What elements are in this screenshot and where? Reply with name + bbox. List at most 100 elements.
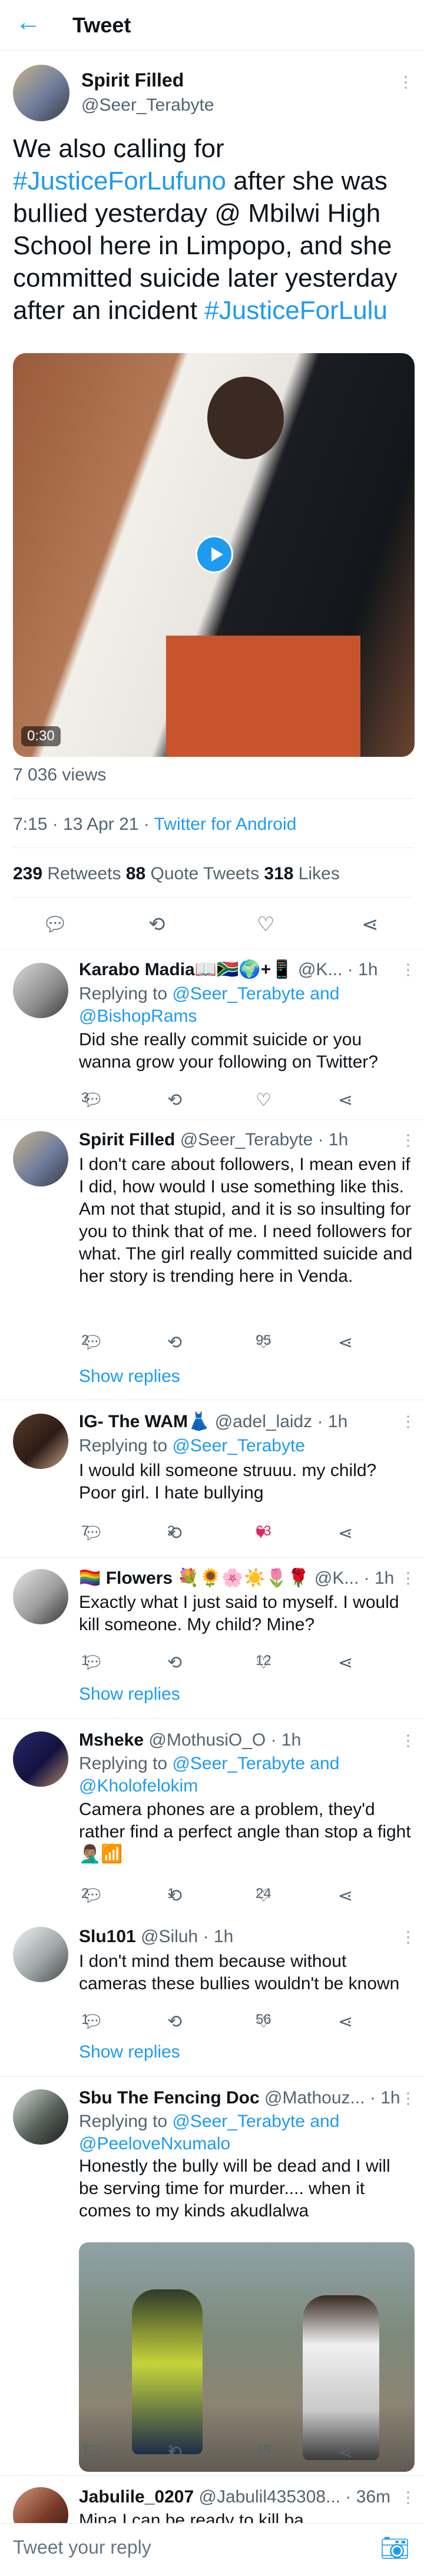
avatar[interactable] xyxy=(13,1927,68,1982)
client-link[interactable]: Twitter for Android xyxy=(154,815,297,834)
more-icon[interactable]: ⋮ xyxy=(400,1731,416,1750)
avatar[interactable] xyxy=(13,2089,68,2145)
reply-header: IG- The WAM👗 @adel_laidz · 1h xyxy=(79,1411,347,1432)
reply-count: 3 xyxy=(81,1090,90,1106)
reply-actions: 💬︎ 2 ⟲ ♡ 95 ⋖ xyxy=(81,1332,353,1352)
retweet-count: 1 xyxy=(167,1886,175,1902)
retweet-count: 2 xyxy=(167,1523,175,1539)
back-arrow-icon: ← xyxy=(15,8,41,36)
avatar[interactable] xyxy=(13,963,68,1018)
reply-actions: 💬︎ 3 ⟲ ♡ ⋖ xyxy=(81,1090,353,1110)
video-frame-figure xyxy=(207,377,284,459)
like-count: 24 xyxy=(256,1886,271,1902)
reply-header: Jabulile_0207 @Jabulil435308... · 36m xyxy=(79,2487,390,2507)
replying-to: Replying to @Seer_Terabyte and @PeeloveN… xyxy=(79,2110,409,2155)
reply-author-handle[interactable]: @Seer_Terabyte · 1h xyxy=(180,1130,349,1149)
reply-author-handle[interactable]: @Jabulil435308... · 36m xyxy=(198,2487,390,2507)
camera-icon[interactable]: 📷︎ xyxy=(380,2534,410,2562)
avatar[interactable] xyxy=(13,1569,68,1624)
reply-author-name[interactable]: Sbu The Fencing Doc xyxy=(79,2088,260,2108)
more-icon[interactable]: ⋮ xyxy=(400,2089,416,2108)
divider xyxy=(13,847,413,848)
more-icon[interactable]: ⋮ xyxy=(400,960,416,979)
reply-author-handle[interactable]: @MothusiO_O · 1h xyxy=(148,1730,301,1750)
reply-header: Slu101 @Siluh · 1h xyxy=(79,1927,233,1947)
reply-author-name[interactable]: IG- The WAM👗 xyxy=(79,1412,210,1431)
like-count: 56 xyxy=(256,2012,271,2027)
hashtag-link[interactable]: #JusticeForLulu xyxy=(204,296,387,325)
reply-author-handle[interactable]: @Mathouz... · 1h xyxy=(264,2088,400,2108)
retweet-count: 1 xyxy=(167,2442,175,2458)
reply-author-handle[interactable]: @adel_laidz · 1h xyxy=(215,1412,348,1431)
video-frame-detail xyxy=(166,636,360,757)
reply-header: Karabo Madia📖🇿🇦🌍+📱 @K... · 1h xyxy=(79,959,378,980)
more-icon[interactable]: ⋮ xyxy=(398,73,413,91)
reply-author-name[interactable]: Jabulile_0207 xyxy=(79,2487,194,2507)
retweet-count[interactable]: 239 xyxy=(13,864,42,883)
photo-figure xyxy=(132,2289,203,2454)
share-icon[interactable]: ⋖ xyxy=(362,915,379,935)
likes-label: Likes xyxy=(293,864,340,883)
reply-actions: 💬︎ 1 ⟲ ♡ 12 ⋖ xyxy=(81,1653,353,1673)
back-button[interactable]: ← xyxy=(15,9,44,38)
avatar[interactable] xyxy=(13,1414,68,1469)
attached-photo[interactable] xyxy=(79,2242,415,2472)
quote-count[interactable]: 88 xyxy=(126,864,145,883)
show-replies-link[interactable]: Show replies xyxy=(79,2042,180,2062)
author-name[interactable]: Spirit Filled xyxy=(81,69,184,91)
divider xyxy=(0,1119,424,1120)
photo-figure xyxy=(303,2295,379,2460)
divider xyxy=(0,1557,424,1558)
show-replies-link[interactable]: Show replies xyxy=(79,1684,180,1704)
reply-compose-bar: Tweet your reply 📷︎ xyxy=(0,2523,424,2576)
replying-prefix: Replying to xyxy=(79,2112,173,2131)
reply-actions: 💬︎ 2 ⟲ 1 ♡ 24 ⋖ xyxy=(81,1886,353,1906)
reply-header: Spirit Filled @Seer_Terabyte · 1h xyxy=(79,1130,348,1150)
reply-text: Honestly the bully will be dead and I wi… xyxy=(79,2156,390,2221)
timestamp-text: 7:15 · 13 Apr 21 · xyxy=(13,815,154,834)
tweet-text-part: We also calling for xyxy=(13,134,224,163)
reply-count: 2 xyxy=(81,1332,90,1348)
reply-author-name[interactable]: Karabo Madia📖🇿🇦🌍+📱 xyxy=(79,960,293,979)
more-icon[interactable]: ⋮ xyxy=(400,1131,416,1149)
author-handle[interactable]: @Seer_Terabyte xyxy=(81,95,214,115)
reply-count: 1 xyxy=(81,2442,90,2458)
video-player[interactable]: 0:30 xyxy=(13,353,415,757)
more-icon[interactable]: ⋮ xyxy=(400,1412,416,1431)
like-count[interactable]: 318 xyxy=(264,864,293,883)
reply-author-handle[interactable]: @K... · 1h xyxy=(314,1568,395,1588)
more-icon[interactable]: ⋮ xyxy=(400,2488,416,2507)
like-count: 63 xyxy=(256,1523,271,1539)
reply-input[interactable]: Tweet your reply xyxy=(13,2537,151,2558)
page-title: Tweet xyxy=(72,13,131,37)
divider xyxy=(13,798,413,799)
reply-author-name[interactable]: Spirit Filled xyxy=(79,1130,175,1149)
mention-link[interactable]: @Seer_Terabyte xyxy=(172,1436,305,1455)
reply-icon[interactable]: 💬︎ xyxy=(42,915,68,935)
reply-author-handle[interactable]: @Siluh · 1h xyxy=(141,1927,233,1946)
hashtag-link[interactable]: #JusticeForLufuno xyxy=(13,167,226,195)
author-avatar[interactable] xyxy=(13,65,69,121)
retweet-icon[interactable]: ⟲ xyxy=(148,915,165,935)
reply-text: Camera phones are a problem, they'd rath… xyxy=(79,1800,411,1864)
reply-text: I don't mind them because without camera… xyxy=(79,1952,400,1993)
more-icon[interactable]: ⋮ xyxy=(400,1569,416,1587)
more-icon[interactable]: ⋮ xyxy=(400,1928,416,1946)
like-count: 15 xyxy=(256,2442,271,2458)
reply-author-handle[interactable]: @K... · 1h xyxy=(298,960,378,979)
divider xyxy=(13,897,413,898)
reply-author-name[interactable]: Slu101 xyxy=(79,1927,136,1946)
reply-actions: 💬︎ 1 ⟲ ♡ 56 ⋖ xyxy=(81,2012,353,2032)
view-count: 7 036 views xyxy=(13,765,107,785)
reply-author-name[interactable]: Msheke xyxy=(79,1730,144,1750)
play-button-icon[interactable] xyxy=(196,536,233,573)
avatar[interactable] xyxy=(13,1731,68,1787)
show-replies-link[interactable]: Show replies xyxy=(79,1367,180,1387)
replying-prefix: Replying to xyxy=(79,984,173,1003)
replying-prefix: Replying to xyxy=(79,1436,173,1455)
reply-actions: 💬︎ 7 ⟲ 2 ♥ 63 ⋖ xyxy=(81,1523,353,1543)
heart-icon[interactable]: ♡ xyxy=(257,915,274,935)
avatar[interactable] xyxy=(13,1131,68,1186)
retweets-label: Retweets xyxy=(42,864,126,883)
reply-author-name[interactable]: 🏳️‍🌈 Flowers 💐🌻🌸☀️🌷🌹 xyxy=(79,1568,310,1588)
